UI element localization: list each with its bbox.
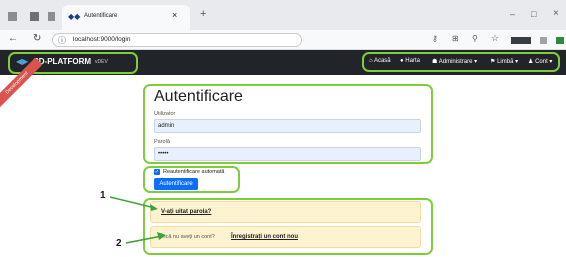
annotation-number-1: 1	[100, 190, 106, 201]
annotation-number-2: 2	[116, 238, 122, 249]
annotation-arrows	[109, 196, 166, 244]
